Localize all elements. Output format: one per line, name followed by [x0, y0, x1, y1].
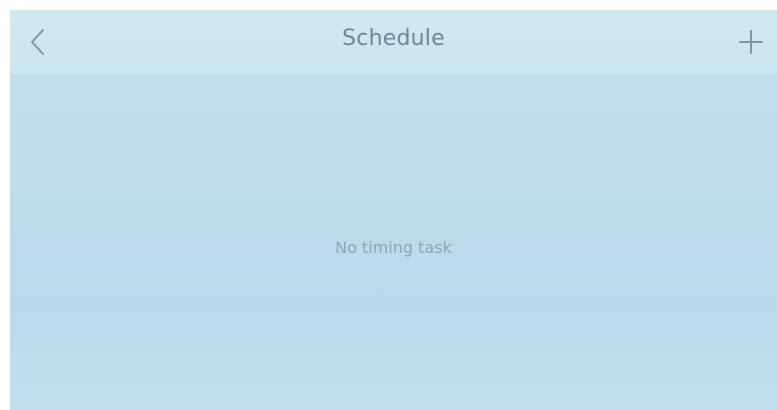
- add-schedule-button[interactable]: [731, 22, 771, 62]
- page-title: Schedule: [342, 26, 445, 51]
- top-bar: Schedule: [10, 10, 777, 75]
- plus-icon: [739, 30, 763, 54]
- empty-state-message: No timing task: [335, 238, 452, 257]
- schedule-screen: Schedule No timing task: [10, 10, 777, 410]
